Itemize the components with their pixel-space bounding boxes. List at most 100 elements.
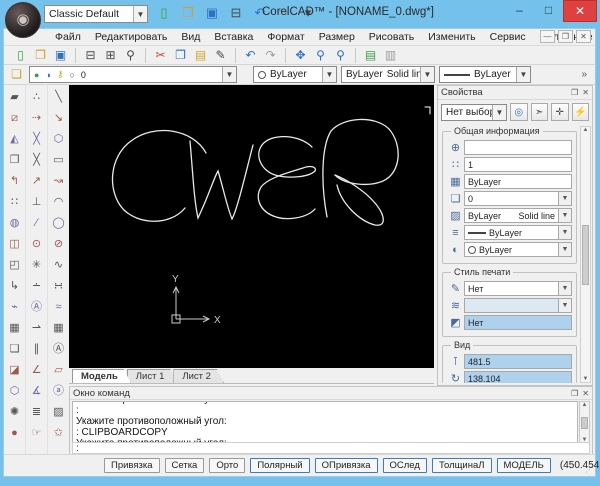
tab-model[interactable]: Модель: [72, 369, 131, 383]
new-icon[interactable]: ▯: [155, 4, 173, 22]
tool-icon[interactable]: ↝: [49, 171, 68, 192]
tool-icon[interactable]: ≣: [27, 402, 46, 423]
workspace-combo[interactable]: Classic Default ▼: [44, 5, 148, 23]
close-button[interactable]: ✕: [563, 0, 597, 22]
tool-icon[interactable]: ╲: [49, 87, 68, 108]
resize-grip[interactable]: ⋰: [585, 465, 593, 474]
menu-item[interactable]: Рисовать: [362, 31, 421, 43]
chevron-down-icon[interactable]: ▼: [222, 67, 236, 82]
lineweight-combo[interactable]: ByLayer ▼: [439, 66, 531, 83]
tool-icon[interactable]: ╳: [27, 150, 46, 171]
maximize-button[interactable]: □: [534, 0, 563, 22]
mdi-minimize-button[interactable]: —: [540, 30, 555, 43]
tool-icon[interactable]: ✳: [27, 255, 46, 276]
scroll-thumb[interactable]: [582, 225, 589, 285]
chevron-down-icon[interactable]: ▼: [559, 225, 572, 240]
layers-manager-icon[interactable]: ▤: [362, 47, 379, 64]
tool-icon[interactable]: ∕: [27, 213, 46, 234]
chevron-down-icon[interactable]: ▼: [133, 6, 147, 22]
tool-icon[interactable]: ▨: [49, 402, 68, 423]
command-scrollbar[interactable]: ▲ ▼: [579, 401, 590, 444]
tab-sheet1[interactable]: Лист 1: [127, 369, 178, 383]
open-icon[interactable]: ❒: [32, 47, 49, 64]
scroll-down-icon[interactable]: ▼: [583, 376, 589, 382]
tool-icon[interactable]: ❏: [5, 339, 24, 360]
app-logo-icon[interactable]: ◉: [5, 2, 41, 38]
close-panel-icon[interactable]: ✕: [582, 88, 589, 97]
lineweight-field[interactable]: ByLayer: [464, 225, 559, 240]
chevron-down-icon[interactable]: ▼: [420, 67, 434, 82]
title-bar[interactable]: ◉ Classic Default ▼ ▯ ❒ ▣ ⊟ ↶ ↷ ▾ CorelC…: [0, 0, 600, 28]
tool-icon[interactable]: ▦: [49, 318, 68, 339]
tool-icon[interactable]: ∸: [27, 276, 46, 297]
tool-icon[interactable]: ╳: [27, 129, 46, 150]
copy-icon[interactable]: ❐: [172, 47, 189, 64]
select-matching-button[interactable]: ◎: [510, 103, 528, 121]
properties-icon[interactable]: ▥: [382, 47, 399, 64]
save-icon[interactable]: ▣: [52, 47, 69, 64]
paste-icon[interactable]: ▤: [192, 47, 209, 64]
chevron-down-icon[interactable]: ▼: [322, 67, 336, 82]
command-input[interactable]: :: [72, 442, 590, 454]
tool-icon[interactable]: ❐: [5, 150, 24, 171]
snap-toggle[interactable]: Привязка: [104, 458, 160, 473]
redo-icon[interactable]: ↷: [262, 47, 279, 64]
tool-icon[interactable]: ∿: [49, 255, 68, 276]
tool-icon[interactable]: ↗: [27, 171, 46, 192]
scroll-thumb[interactable]: [581, 417, 588, 429]
tool-icon[interactable]: ↳: [5, 276, 24, 297]
mdi-restore-button[interactable]: ❐: [558, 30, 573, 43]
lineweight-toggle[interactable]: ТолщинаЛ: [432, 458, 492, 473]
tool-icon[interactable]: ⊘: [49, 234, 68, 255]
tool-icon[interactable]: Ⓐ: [27, 297, 46, 318]
scroll-up-icon[interactable]: ▲: [583, 127, 589, 133]
open-icon[interactable]: ❒: [179, 4, 197, 22]
print-preview-icon[interactable]: ⚲: [122, 47, 139, 64]
tool-icon[interactable]: ⊙: [27, 234, 46, 255]
mdi-close-button[interactable]: ✕: [576, 30, 591, 43]
polar-toggle[interactable]: Полярный: [250, 458, 309, 473]
tool-icon[interactable]: ●: [5, 423, 24, 444]
chevron-down-icon[interactable]: ▼: [516, 67, 530, 82]
undo-icon[interactable]: ↶: [242, 47, 259, 64]
tool-icon[interactable]: ∺: [49, 276, 68, 297]
add-to-selection-button[interactable]: ✛: [551, 103, 569, 121]
tool-icon[interactable]: ◭: [5, 129, 24, 150]
menu-item[interactable]: Размер: [312, 31, 362, 43]
selection-combo[interactable]: Нет выбора ▼: [441, 104, 507, 121]
tool-icon[interactable]: ▰: [5, 87, 24, 108]
toolbar-overflow-chevron[interactable]: »: [581, 69, 587, 80]
menu-item[interactable]: Изменить: [421, 31, 482, 43]
menu-item[interactable]: Формат: [260, 31, 311, 43]
tool-icon[interactable]: ↘: [49, 108, 68, 129]
tool-icon[interactable]: ⇀: [27, 318, 46, 339]
zoom-previous-icon[interactable]: ⚲: [332, 47, 349, 64]
tool-icon[interactable]: ∡: [27, 381, 46, 402]
tool-icon[interactable]: ◪: [5, 360, 24, 381]
command-history[interactable]: Укажите противоположный угол::Укажите пр…: [72, 401, 578, 444]
tool-icon[interactable]: ▱: [49, 360, 68, 381]
tool-icon[interactable]: ∠: [27, 360, 46, 381]
chevron-down-icon[interactable]: ▼: [492, 105, 506, 120]
esnap-toggle[interactable]: ОПривязка: [315, 458, 378, 473]
tab-sheet2[interactable]: Лист 2: [173, 369, 224, 383]
print-setup-icon[interactable]: ⊞: [102, 47, 119, 64]
close-panel-icon[interactable]: ✕: [582, 389, 589, 398]
linestyle-field[interactable]: ByLayer Solid line: [464, 208, 559, 223]
menu-item[interactable]: Вставка: [207, 31, 260, 43]
new-icon[interactable]: ▯: [12, 47, 29, 64]
tool-icon[interactable]: ⓐ: [49, 381, 68, 402]
zoom-dynamic-icon[interactable]: ⚲: [312, 47, 329, 64]
tool-icon[interactable]: ⬡: [5, 381, 24, 402]
color-combo[interactable]: ByLayer ▼: [253, 66, 337, 83]
properties-scrollbar[interactable]: ▲ ▼: [580, 126, 591, 383]
scroll-up-icon[interactable]: ▲: [582, 402, 588, 408]
tool-icon[interactable]: Ⓐ: [49, 339, 68, 360]
color-field[interactable]: ByLayer: [464, 242, 559, 257]
float-panel-icon[interactable]: ❐: [571, 389, 578, 398]
tool-icon[interactable]: ↰: [5, 171, 24, 192]
minimize-button[interactable]: –: [505, 0, 534, 22]
tool-icon[interactable]: ☞: [27, 423, 46, 444]
tool-icon[interactable]: ∥: [27, 339, 46, 360]
print-icon[interactable]: ⊟: [82, 47, 99, 64]
